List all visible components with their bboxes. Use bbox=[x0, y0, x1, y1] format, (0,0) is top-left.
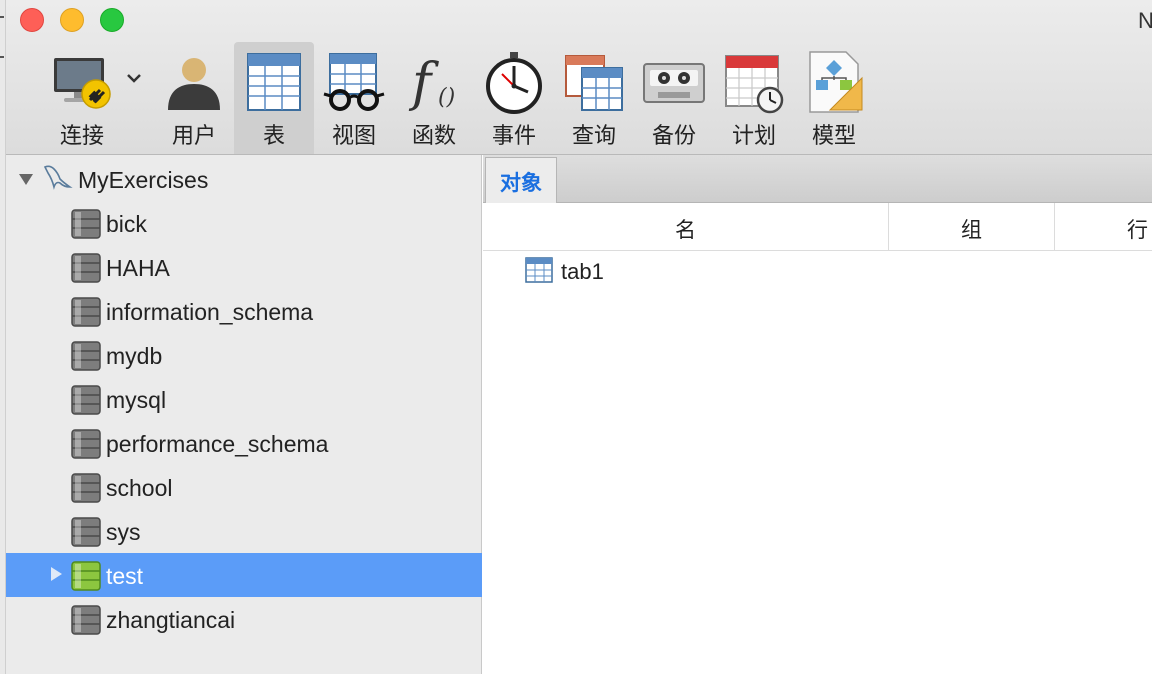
sidebar-item-label: mydb bbox=[106, 343, 163, 369]
window-title: N bbox=[1138, 8, 1152, 33]
toolbar-user-button[interactable]: 用户 bbox=[154, 42, 234, 154]
model-icon bbox=[809, 51, 863, 113]
sidebar-item-label: sys bbox=[106, 519, 141, 545]
view-icon bbox=[323, 53, 385, 111]
object-name: tab1 bbox=[561, 259, 604, 284]
column-header-rows[interactable]: 行 bbox=[1054, 203, 1152, 251]
sidebar-item-bick[interactable]: bick bbox=[6, 201, 482, 245]
tab-objects[interactable]: 对象 bbox=[485, 157, 557, 203]
sidebar-item-sys[interactable]: sys bbox=[6, 509, 482, 553]
toolbar-table-button[interactable]: 表 bbox=[234, 42, 314, 154]
database-icon bbox=[71, 517, 101, 547]
toolbar-model-button[interactable]: 模型 bbox=[794, 42, 874, 154]
toolbar-connection-label: 连接 bbox=[59, 123, 104, 148]
sidebar-item-mysql[interactable]: mysql bbox=[6, 377, 482, 421]
sidebar-item-label: HAHA bbox=[106, 255, 170, 281]
edge-mark bbox=[0, 56, 4, 58]
toolbar-model-label: 模型 bbox=[811, 123, 856, 148]
sidebar-item-mydb[interactable]: mydb bbox=[6, 333, 482, 377]
toolbar-connection-button[interactable]: 连接 bbox=[42, 42, 122, 154]
sidebar-item-label: test bbox=[106, 563, 144, 589]
toolbar-schedule-label: 计划 bbox=[731, 123, 776, 148]
list-item[interactable]: tab1 bbox=[483, 251, 1152, 291]
connection-icon bbox=[54, 58, 111, 109]
sidebar-item-school[interactable]: school bbox=[6, 465, 482, 509]
object-pane: 对象 名 组 行 tab1 bbox=[483, 155, 1152, 674]
sidebar-item-label: performance_schema bbox=[106, 431, 329, 457]
function-icon: f () bbox=[408, 53, 455, 113]
column-header-group[interactable]: 组 bbox=[888, 203, 1054, 251]
sidebar-item-label: school bbox=[106, 475, 173, 501]
sidebar-item-zhangtiancai[interactable]: zhangtiancai bbox=[6, 597, 482, 641]
event-icon bbox=[486, 52, 542, 114]
query-icon bbox=[565, 55, 623, 111]
database-icon bbox=[71, 385, 101, 415]
database-icon bbox=[71, 253, 101, 283]
toolbar-view-label: 视图 bbox=[331, 123, 376, 148]
column-header: 名 组 行 bbox=[483, 203, 1152, 251]
sidebar-item-performance-schema[interactable]: performance_schema bbox=[6, 421, 482, 465]
close-window-button[interactable] bbox=[20, 8, 44, 32]
database-icon bbox=[71, 473, 101, 503]
toolbar-table-label: 表 bbox=[262, 123, 285, 148]
toolbar-backup-button[interactable]: 备份 bbox=[634, 42, 714, 154]
database-icon bbox=[71, 297, 101, 327]
toolbar-query-label: 查询 bbox=[571, 123, 616, 148]
connection-label: MyExercises bbox=[78, 167, 209, 193]
toolbar-function-button[interactable]: f () 函数 bbox=[394, 42, 474, 154]
table-icon bbox=[525, 257, 553, 283]
svg-text:f: f bbox=[408, 53, 439, 113]
sidebar-item-haha[interactable]: HAHA bbox=[6, 245, 482, 289]
database-open-icon bbox=[71, 561, 101, 591]
sidebar-item-label: mysql bbox=[106, 387, 167, 413]
toolbar-backup-label: 备份 bbox=[651, 123, 696, 148]
toolbar-event-label: 事件 bbox=[491, 123, 536, 148]
sidebar-item-label: zhangtiancai bbox=[106, 607, 236, 633]
toolbar-function-label: 函数 bbox=[411, 123, 456, 148]
database-icon bbox=[71, 209, 101, 239]
backup-icon bbox=[643, 63, 705, 103]
svg-text:(): () bbox=[438, 85, 455, 110]
mysql-dolphin-icon bbox=[43, 165, 73, 190]
column-header-name[interactable]: 名 bbox=[483, 203, 888, 251]
disclosure-triangle-right-icon[interactable] bbox=[48, 566, 64, 582]
connection-row[interactable]: MyExercises bbox=[6, 157, 482, 201]
database-icon bbox=[71, 605, 101, 635]
toolbar-view-button[interactable]: 视图 bbox=[314, 42, 394, 154]
sidebar-item-test[interactable]: test bbox=[6, 553, 482, 597]
zoom-window-button[interactable] bbox=[100, 8, 124, 32]
disclosure-triangle-down-icon[interactable] bbox=[18, 171, 34, 187]
database-icon bbox=[71, 429, 101, 459]
sidebar-item-label: information_schema bbox=[106, 299, 314, 325]
sidebar-item-label: bick bbox=[106, 211, 147, 237]
tab-bar: 对象 bbox=[483, 155, 1152, 203]
edge-mark bbox=[0, 16, 4, 18]
sidebar-item-information-schema[interactable]: information_schema bbox=[6, 289, 482, 333]
schedule-icon bbox=[725, 55, 784, 114]
toolbar-query-button[interactable]: 查询 bbox=[554, 42, 634, 154]
tab-objects-label: 对象 bbox=[500, 172, 542, 195]
toolbar-event-button[interactable]: 事件 bbox=[474, 42, 554, 154]
database-icon bbox=[71, 341, 101, 371]
table-icon bbox=[247, 53, 301, 111]
toolbar: N 连接 用户 表 视图 f () 函数 事件 查询 备份 计划 模型 bbox=[6, 0, 1152, 155]
user-icon bbox=[168, 58, 220, 110]
toolbar-user-label: 用户 bbox=[171, 123, 216, 148]
minimize-window-button[interactable] bbox=[60, 8, 84, 32]
sidebar: MyExercises bick HAHA information_schemamy… bbox=[6, 155, 482, 674]
chevron-down-icon[interactable] bbox=[124, 68, 144, 88]
toolbar-schedule-button[interactable]: 计划 bbox=[714, 42, 794, 154]
